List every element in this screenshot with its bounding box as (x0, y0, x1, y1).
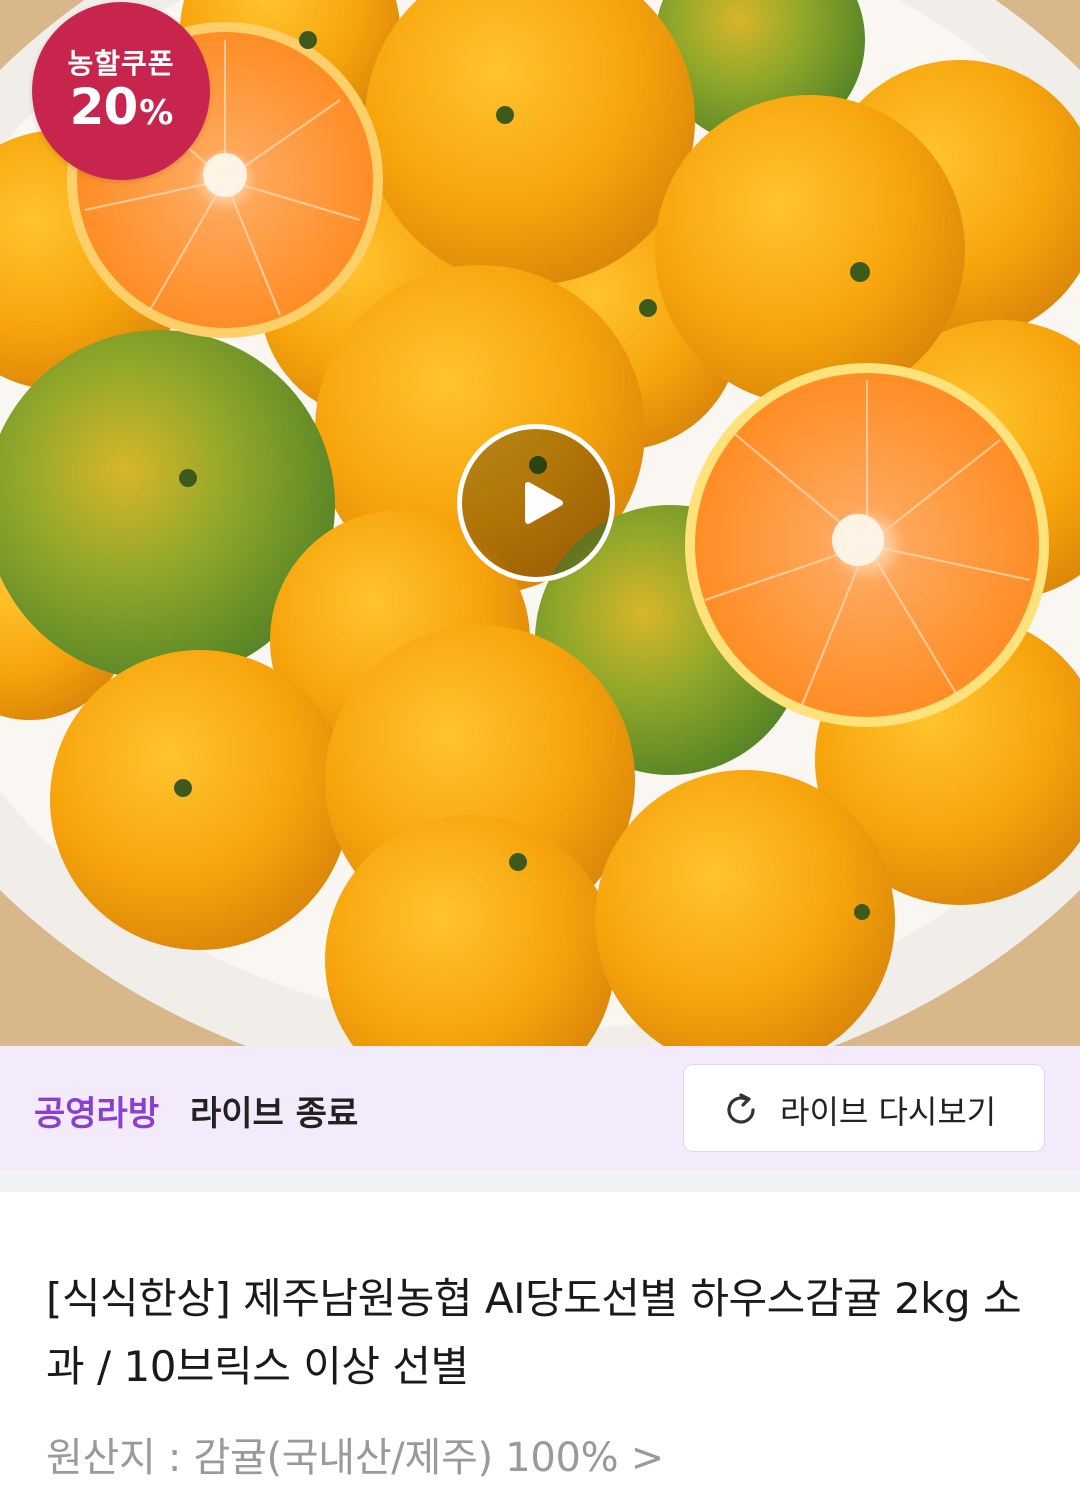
replay-label: 라이브 다시보기 (780, 1093, 997, 1131)
live-host-name[interactable]: 공영라방 (34, 1086, 159, 1135)
product-title: [식식한상] 제주남원농협 AI당도선별 하우스감귤 2kg 소과 / 10브릭… (46, 1274, 1022, 1391)
play-button[interactable] (457, 424, 615, 582)
product-image[interactable]: 농할쿠폰 20% (0, 0, 1080, 1046)
coupon-badge: 농할쿠폰 20% (32, 2, 210, 180)
origin-link[interactable]: 원산지 : 감귤(국내산/제주) 100% > (46, 1425, 664, 1483)
refresh-icon (727, 1093, 755, 1124)
coupon-label: 농할쿠폰 (67, 47, 175, 80)
live-status-bar: 공영라방 라이브 종료 라이브 다시보기 (0, 1046, 1080, 1170)
coupon-unit: % (139, 93, 173, 133)
coupon-percent: 20 (69, 78, 139, 136)
coupon-value: 20% (32, 78, 210, 136)
live-status-text: 라이브 종료 (190, 1094, 359, 1134)
live-replay-button[interactable]: 라이브 다시보기 (683, 1064, 1045, 1152)
play-icon (525, 482, 563, 524)
section-divider (0, 1170, 1080, 1192)
